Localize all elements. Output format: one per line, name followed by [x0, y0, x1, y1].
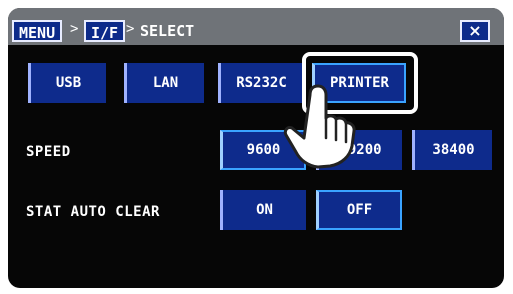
breadcrumb-current: SELECT: [140, 22, 195, 40]
stat-auto-clear-off-button[interactable]: OFF: [316, 190, 402, 230]
close-button[interactable]: ×: [460, 20, 490, 42]
speed-38400-button[interactable]: 38400: [412, 130, 492, 170]
breadcrumb-separator: >: [70, 21, 79, 37]
pointing-hand-icon: [283, 84, 356, 169]
speed-label: SPEED: [26, 144, 71, 160]
device-screen: MENU > I/F > SELECT × USB LAN RS232C PRI…: [8, 8, 504, 288]
breadcrumb-if[interactable]: I/F: [84, 20, 126, 42]
title-bar: [8, 8, 504, 45]
stat-auto-clear-on-button[interactable]: ON: [220, 190, 306, 230]
breadcrumb-separator: >: [126, 21, 135, 37]
interface-usb-button[interactable]: USB: [28, 63, 106, 103]
interface-lan-button[interactable]: LAN: [124, 63, 204, 103]
stat-auto-clear-label: STAT AUTO CLEAR: [26, 204, 160, 220]
breadcrumb-menu[interactable]: MENU: [12, 20, 63, 42]
